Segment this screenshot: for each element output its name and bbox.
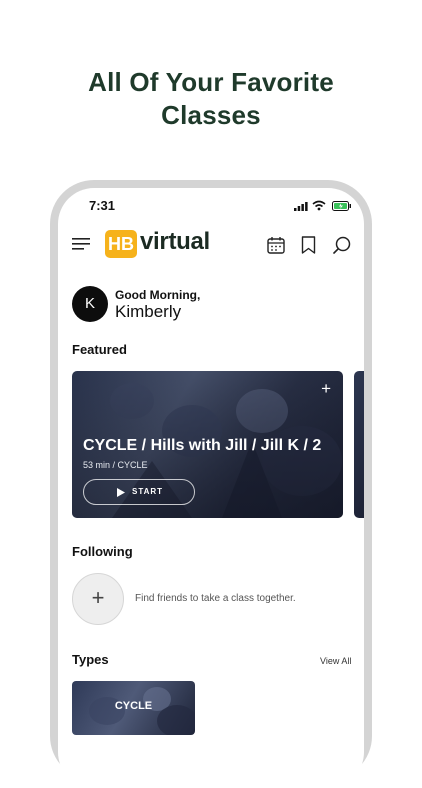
start-button[interactable]: START	[83, 479, 195, 505]
app-screen: 7:31 HB virtual K Good Morning, Kimberly…	[58, 188, 364, 788]
calendar-icon[interactable]	[267, 236, 285, 254]
search-icon[interactable]	[333, 236, 351, 254]
add-to-favorites-button[interactable]: +	[321, 379, 331, 399]
add-friend-button[interactable]: +	[72, 573, 124, 625]
status-bar: 7:31	[58, 198, 364, 218]
next-featured-card[interactable]	[354, 371, 364, 518]
type-label: CYCLE	[114, 700, 153, 712]
play-icon	[117, 488, 125, 497]
type-card-cycle[interactable]: CYCLE	[72, 681, 195, 735]
wifi-icon	[312, 200, 326, 211]
avatar[interactable]: K	[72, 286, 108, 322]
logo-badge: HB	[105, 230, 137, 258]
marketing-headline: All Of Your Favorite Classes	[0, 66, 422, 132]
class-meta: 53 min / CYCLE	[83, 460, 148, 470]
phone-frame: 7:31 HB virtual K Good Morning, Kimberly…	[50, 180, 372, 788]
headline-line-1: All Of Your Favorite	[88, 67, 334, 97]
signal-icon	[294, 202, 308, 211]
featured-class-card[interactable]: + CYCLE / Hills with Jill / Jill K / 2 5…	[72, 371, 343, 518]
class-title: CYCLE / Hills with Jill / Jill K / 2	[83, 437, 322, 454]
types-title: Types	[72, 652, 109, 667]
battery-icon	[332, 201, 351, 211]
featured-title: Featured	[72, 342, 127, 357]
start-label: START	[132, 487, 164, 496]
menu-icon[interactable]	[72, 238, 90, 250]
greeting: K Good Morning, Kimberly	[72, 286, 352, 326]
greeting-text: Good Morning,	[115, 288, 201, 302]
view-all-link[interactable]: View All	[320, 656, 351, 666]
logo-wordmark: virtual	[140, 228, 210, 255]
headline-line-2: Classes	[161, 100, 261, 130]
following-empty-text: Find friends to take a class together.	[135, 593, 296, 604]
following-title: Following	[72, 544, 133, 559]
app-header: HB virtual	[58, 226, 364, 262]
status-time: 7:31	[89, 198, 116, 213]
bookmark-icon[interactable]	[301, 236, 316, 254]
user-name: Kimberly	[115, 302, 182, 321]
